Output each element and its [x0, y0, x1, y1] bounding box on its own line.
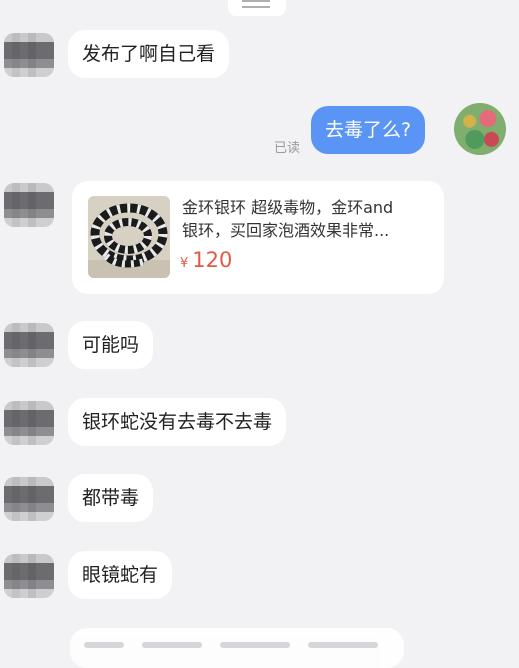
- message-bubble[interactable]: 银环蛇没有去毒不去毒: [68, 398, 287, 446]
- message-text: 都带毒: [82, 487, 140, 509]
- message-text: 眼镜蛇有: [82, 564, 159, 586]
- product-card[interactable]: 金环银环 超级毒物，金环and 银环，买回家泡酒效果非常... ¥120: [72, 181, 444, 294]
- product-title-line: 银环，买回家泡酒效果非常...: [182, 221, 390, 240]
- message-bubble[interactable]: 眼镜蛇有: [68, 551, 173, 599]
- text-fragment: [308, 642, 378, 648]
- message-text: 去毒了么?: [325, 119, 412, 141]
- currency-symbol: ¥: [180, 256, 189, 271]
- text-fragment: [142, 642, 202, 648]
- avatar[interactable]: [4, 554, 54, 598]
- product-title: 金环银环 超级毒物，金环and 银环，买回家泡酒效果非常...: [182, 196, 432, 242]
- price-value: 120: [192, 248, 233, 272]
- message-bubble[interactable]: 可能吗: [68, 321, 154, 369]
- avatar[interactable]: [4, 183, 54, 227]
- message-text: 可能吗: [82, 334, 140, 356]
- avatar[interactable]: [4, 401, 54, 445]
- message-text: 银环蛇没有去毒不去毒: [82, 411, 273, 433]
- handle-line: [242, 6, 270, 8]
- text-fragment: [84, 642, 124, 648]
- message-bubble[interactable]: 发布了啊自己看: [68, 30, 230, 78]
- avatar[interactable]: [4, 33, 54, 77]
- avatar[interactable]: [4, 477, 54, 521]
- product-price: ¥120: [180, 247, 232, 277]
- product-image[interactable]: [88, 196, 170, 278]
- read-status: 已读: [274, 141, 301, 156]
- avatar[interactable]: [454, 103, 506, 155]
- message-bubble[interactable]: 都带毒: [68, 474, 154, 522]
- text-fragment: [220, 642, 290, 648]
- avatar[interactable]: [4, 323, 54, 367]
- product-title-line: 金环银环 超级毒物，金环and: [182, 198, 394, 217]
- outgoing-message-bubble[interactable]: 去毒了么?: [311, 106, 426, 154]
- handle-line: [242, 0, 270, 2]
- message-text: 发布了啊自己看: [82, 43, 216, 65]
- top-handle[interactable]: [228, 0, 286, 16]
- message-bubble-partial[interactable]: [70, 628, 404, 668]
- snake-image: [88, 196, 170, 278]
